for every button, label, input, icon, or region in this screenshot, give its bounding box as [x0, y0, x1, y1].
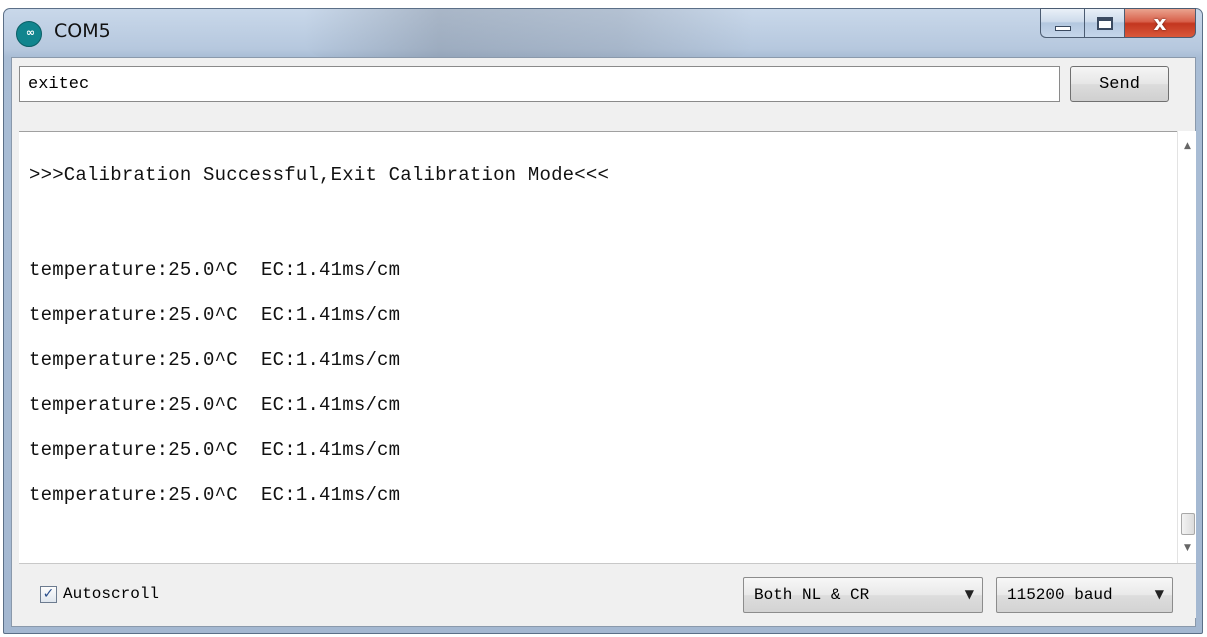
- autoscroll-checkbox[interactable]: ✓: [40, 585, 57, 603]
- output-line: temperature:25.0^C EC:1.41ms/cm: [29, 304, 401, 326]
- output-line: temperature:25.0^C EC:1.41ms/cm: [29, 394, 401, 416]
- chevron-down-icon: ▼: [1154, 587, 1164, 601]
- send-button[interactable]: Send: [1070, 66, 1169, 102]
- vertical-scrollbar[interactable]: ▲ ▼: [1177, 131, 1196, 563]
- checkmark-icon: ✓: [42, 586, 55, 602]
- autoscroll-toggle[interactable]: ✓ Autoscroll: [40, 585, 159, 603]
- serial-input[interactable]: [19, 66, 1060, 102]
- maximize-icon: [1096, 16, 1113, 30]
- window-title: COM5: [54, 20, 111, 42]
- close-icon: x: [1153, 11, 1167, 35]
- maximize-button[interactable]: [1084, 8, 1124, 38]
- serial-output[interactable]: >>>Calibration Successful,Exit Calibrati…: [19, 131, 1196, 563]
- output-line: temperature:25.0^C EC:1.41ms/cm: [29, 484, 401, 506]
- scrollbar-thumb[interactable]: [1181, 513, 1195, 535]
- close-button[interactable]: x: [1124, 8, 1196, 38]
- line-ending-value: Both NL & CR: [754, 586, 870, 604]
- output-line: temperature:25.0^C EC:1.41ms/cm: [29, 439, 401, 461]
- scroll-down-icon[interactable]: ▼: [1178, 539, 1197, 557]
- window-controls: x: [1040, 8, 1196, 38]
- minimize-icon: [1054, 25, 1071, 31]
- title-bar[interactable]: ∞ COM5 x: [4, 8, 1202, 57]
- minimize-button[interactable]: [1040, 8, 1084, 38]
- bottom-bar: ✓ Autoscroll Both NL & CR ▼ 115200 baud …: [19, 563, 1196, 618]
- line-ending-select[interactable]: Both NL & CR ▼: [743, 577, 983, 613]
- scroll-up-icon[interactable]: ▲: [1178, 137, 1197, 155]
- infinity-icon: ∞: [16, 21, 42, 47]
- baud-rate-select[interactable]: 115200 baud ▼: [996, 577, 1173, 613]
- output-line: temperature:25.0^C EC:1.41ms/cm: [29, 349, 401, 371]
- chevron-down-icon: ▼: [964, 587, 974, 601]
- baud-rate-value: 115200 baud: [1007, 586, 1113, 604]
- output-line: temperature:25.0^C EC:1.41ms/cm: [29, 259, 401, 281]
- autoscroll-label: Autoscroll: [63, 585, 160, 603]
- output-line: >>>Calibration Successful,Exit Calibrati…: [29, 164, 610, 186]
